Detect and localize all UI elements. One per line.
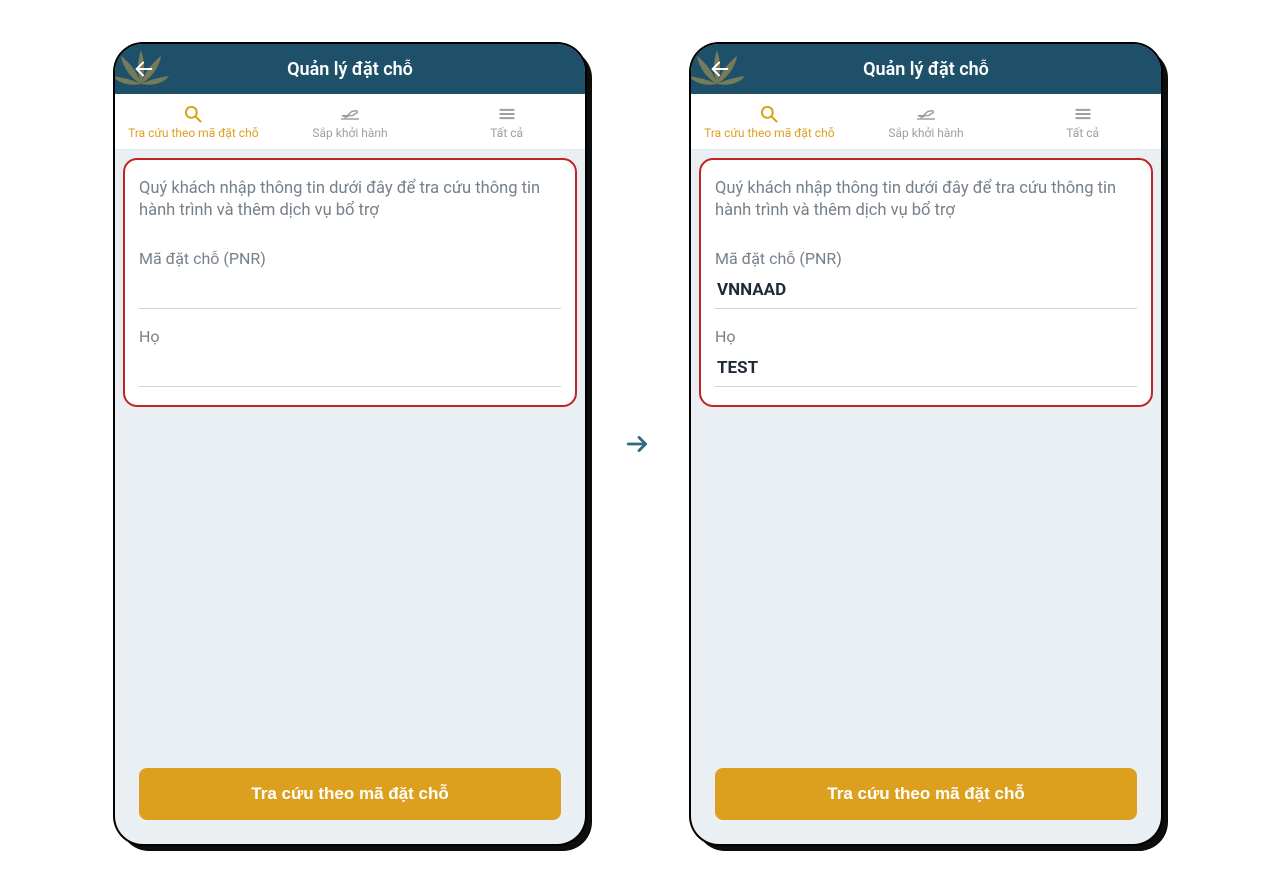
content-spacer [115, 407, 585, 752]
submit-bar: Tra cứu theo mã đặt chỗ [115, 752, 585, 844]
tab-departing-soon[interactable]: Sắp khởi hành [272, 94, 429, 149]
app-header: Quản lý đặt chỗ [115, 44, 585, 94]
tab-label: Tra cứu theo mã đặt chỗ [128, 126, 258, 140]
lookup-form-card: Quý khách nhập thông tin dưới đây để tra… [123, 158, 577, 407]
plane-departure-icon [340, 104, 360, 124]
arrow-right-icon [625, 431, 651, 457]
lookup-submit-button[interactable]: Tra cứu theo mã đặt chỗ [139, 768, 561, 820]
pnr-input[interactable] [715, 274, 1137, 309]
form-intro-text: Quý khách nhập thông tin dưới đây để tra… [715, 178, 1137, 223]
lastname-input[interactable] [715, 352, 1137, 387]
list-icon [1073, 104, 1093, 124]
tab-all[interactable]: Tất cả [428, 94, 585, 149]
phone-screen-after: Quản lý đặt chỗ Tra cứu theo mã đặt chỗ … [691, 44, 1161, 844]
form-intro-text: Quý khách nhập thông tin dưới đây để tra… [139, 178, 561, 223]
plane-departure-icon [916, 104, 936, 124]
pnr-input[interactable] [139, 274, 561, 309]
lastname-field-label: Họ [139, 327, 561, 346]
tab-label: Tất cả [490, 126, 523, 140]
tab-label: Sắp khởi hành [888, 126, 963, 140]
search-icon [759, 104, 779, 124]
list-icon [497, 104, 517, 124]
tab-all[interactable]: Tất cả [1004, 94, 1161, 149]
lookup-submit-button[interactable]: Tra cứu theo mã đặt chỗ [715, 768, 1137, 820]
transition-arrow [625, 431, 651, 457]
tab-label: Sắp khởi hành [312, 126, 387, 140]
app-header: Quản lý đặt chỗ [691, 44, 1161, 94]
tab-label: Tra cứu theo mã đặt chỗ [704, 126, 834, 140]
search-icon [183, 104, 203, 124]
page-title: Quản lý đặt chỗ [127, 59, 573, 80]
lookup-form-card: Quý khách nhập thông tin dưới đây để tra… [699, 158, 1153, 407]
phone-screen-before: Quản lý đặt chỗ Tra cứu theo mã đặt chỗ … [115, 44, 585, 844]
lastname-field-label: Họ [715, 327, 1137, 346]
content-spacer [691, 407, 1161, 752]
pnr-field-label: Mã đặt chỗ (PNR) [139, 249, 561, 268]
tab-bar: Tra cứu theo mã đặt chỗ Sắp khởi hành Tấ… [115, 94, 585, 150]
tab-bar: Tra cứu theo mã đặt chỗ Sắp khởi hành Tấ… [691, 94, 1161, 150]
tab-label: Tất cả [1066, 126, 1099, 140]
tab-departing-soon[interactable]: Sắp khởi hành [848, 94, 1005, 149]
lastname-input[interactable] [139, 352, 561, 387]
pnr-field-label: Mã đặt chỗ (PNR) [715, 249, 1137, 268]
submit-bar: Tra cứu theo mã đặt chỗ [691, 752, 1161, 844]
page-title: Quản lý đặt chỗ [703, 59, 1149, 80]
